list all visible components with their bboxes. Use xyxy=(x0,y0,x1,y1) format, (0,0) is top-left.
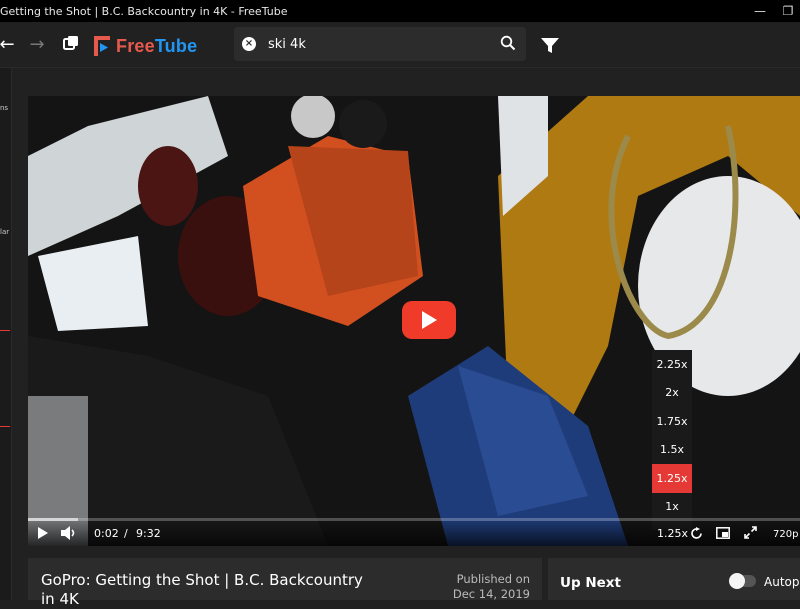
theater-mode-icon[interactable] xyxy=(716,527,730,539)
play-icon xyxy=(422,311,437,329)
fullscreen-icon[interactable] xyxy=(744,526,757,539)
window-titlebar: Getting the Shot | B.C. Backcountry in 4… xyxy=(0,0,800,22)
quality-button[interactable]: 720p xyxy=(773,529,798,540)
sidebar-item-label[interactable]: lar xyxy=(0,228,9,236)
back-arrow-icon[interactable]: ← xyxy=(0,34,18,56)
top-navigation-bar: ← → FreeTube × xyxy=(0,22,800,68)
speed-option[interactable]: 1.25x xyxy=(652,464,692,493)
current-time: 0:02 xyxy=(94,527,119,540)
playback-speed-button[interactable]: 1.25x xyxy=(657,527,688,540)
play-overlay-button[interactable] xyxy=(402,301,456,339)
play-pause-icon[interactable] xyxy=(38,527,48,539)
maximize-button[interactable]: ❐ xyxy=(768,0,800,22)
sidebar: ns lar xyxy=(0,68,12,600)
filter-icon[interactable] xyxy=(541,38,559,54)
progress-bar[interactable] xyxy=(28,518,800,521)
speed-option[interactable]: 2.25x xyxy=(652,350,692,379)
time-separator: / xyxy=(124,527,128,540)
speed-option[interactable]: 2x xyxy=(652,379,692,408)
search-input[interactable] xyxy=(268,36,488,52)
sidebar-divider xyxy=(0,330,10,331)
video-player[interactable]: 2.25x 2x 1.75x 1.5x 1.25x 1x 0:02 / 9:32 1.25… xyxy=(28,96,800,546)
playback-speed-menu: 2.25x 2x 1.75x 1.5x 1.25x 1x xyxy=(652,350,692,530)
search-box[interactable]: × xyxy=(234,27,526,61)
volume-icon[interactable] xyxy=(61,526,77,540)
copy-icon xyxy=(63,36,78,50)
duration: 9:32 xyxy=(136,527,161,540)
freetube-logo-icon xyxy=(94,36,110,56)
autoplay-toggle[interactable] xyxy=(729,573,756,589)
sidebar-item-label[interactable]: ns xyxy=(0,104,8,112)
forward-arrow-icon[interactable]: → xyxy=(26,34,48,56)
published-info: Published on Dec 14, 2019 xyxy=(453,572,530,602)
speed-option[interactable]: 1x xyxy=(652,493,692,522)
window-title: Getting the Shot | B.C. Backcountry in 4… xyxy=(0,4,288,18)
speed-option[interactable]: 1.75x xyxy=(652,407,692,436)
autoplay-label: Autoplay xyxy=(764,575,800,589)
sidebar-divider xyxy=(0,426,10,427)
clear-search-icon[interactable]: × xyxy=(242,37,256,51)
speed-option[interactable]: 1.5x xyxy=(652,436,692,465)
up-next-panel: Up Next Autoplay xyxy=(548,558,800,600)
video-info-card: GoPro: Getting the Shot | B.C. Backcount… xyxy=(28,558,542,608)
up-next-heading: Up Next xyxy=(560,575,621,591)
logo-text: FreeTube xyxy=(116,35,198,56)
player-controls: 0:02 / 9:32 1.25x 720p xyxy=(28,518,800,546)
published-label: Published on xyxy=(456,572,530,586)
loop-icon[interactable] xyxy=(691,527,703,540)
progress-fill xyxy=(28,518,78,521)
video-title: GoPro: Getting the Shot | B.C. Backcount… xyxy=(41,571,363,608)
search-icon[interactable] xyxy=(500,35,516,51)
toggle-knob xyxy=(729,573,745,589)
history-stack-icon[interactable] xyxy=(60,34,82,56)
freetube-logo[interactable]: FreeTube xyxy=(94,34,197,58)
